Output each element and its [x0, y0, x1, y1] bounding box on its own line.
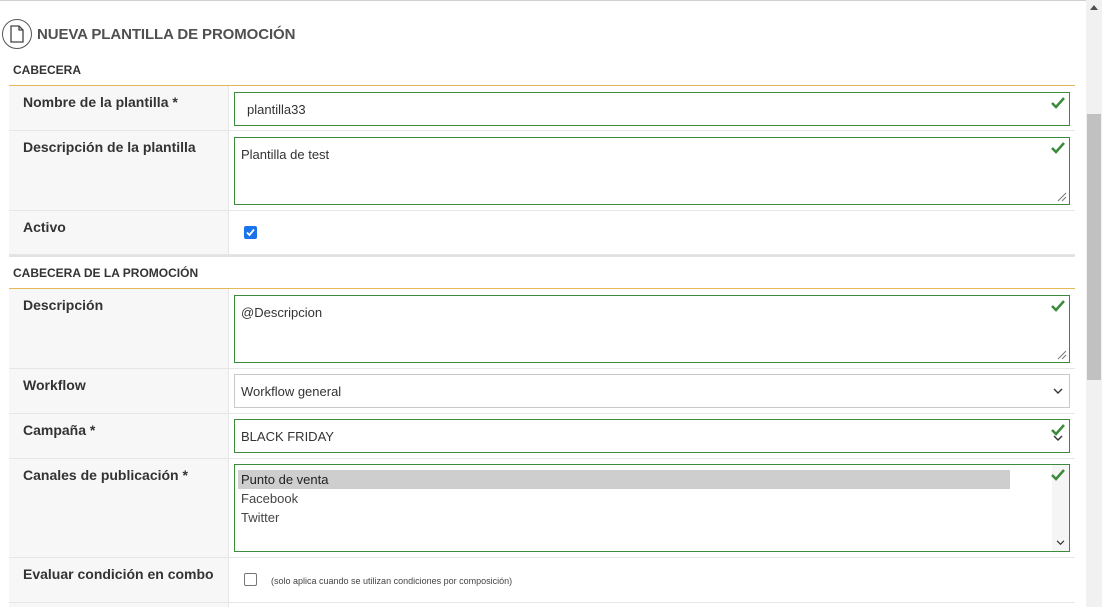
row-descripcion: Descripción @Descripcion [9, 289, 1075, 369]
campana-select[interactable]: BLACK FRIDAY [234, 419, 1070, 453]
resize-handle-icon[interactable] [1055, 190, 1067, 202]
check-icon [1051, 97, 1065, 109]
workflow-select[interactable]: Workflow general [234, 374, 1070, 408]
row-canales: Canales de publicación * Punto de venta … [9, 459, 1075, 558]
check-icon [1051, 300, 1065, 312]
nombre-plantilla-input[interactable]: plantilla33 [234, 92, 1070, 126]
list-item[interactable]: Twitter [238, 508, 1010, 527]
checkmark-icon [246, 228, 255, 237]
canales-label: Canales de publicación * [23, 467, 188, 483]
evaluar-condicion-hint: (solo aplica cuando se utilizan condicio… [271, 576, 513, 586]
chevron-down-icon [1053, 388, 1063, 394]
descripcion-plantilla-label: Descripción de la plantilla [23, 139, 196, 155]
scroll-thumb[interactable] [1087, 114, 1101, 380]
descripcion-label: Descripción [23, 297, 104, 313]
campana-label: Campaña * [23, 422, 96, 438]
check-icon [1051, 142, 1065, 154]
row-nombre-plantilla: Nombre de la plantilla * plantilla33 [9, 86, 1075, 131]
row-campana: Campaña * BLACK FRIDAY [9, 414, 1075, 459]
form-page: NUEVA PLANTILLA DE PROMOCIÓN CABECERA No… [0, 0, 1086, 607]
row-evaluar-condicion: Evaluar condición en combo (solo aplica … [9, 558, 1075, 603]
page-scrollbar[interactable] [1086, 0, 1102, 607]
evaluar-condicion-checkbox[interactable] [244, 573, 257, 586]
resize-handle-icon[interactable] [1055, 348, 1067, 360]
list-item[interactable]: Facebook [238, 489, 1010, 508]
canales-listbox[interactable]: Punto de venta Facebook Twitter [234, 464, 1070, 552]
row-activo: Activo [9, 211, 1075, 255]
section-divider [9, 255, 1075, 257]
activo-label: Activo [23, 219, 66, 235]
section-title-cabecera: CABECERA [13, 63, 82, 77]
chevron-down-icon [1053, 435, 1063, 441]
document-icon [2, 19, 32, 49]
activo-checkbox[interactable] [244, 226, 257, 239]
descripcion-plantilla-textarea[interactable]: Plantilla de test [234, 137, 1070, 205]
nombre-plantilla-label: Nombre de la plantilla * [23, 94, 178, 110]
section-title-promocion: CABECERA DE LA PROMOCIÓN [13, 266, 199, 280]
chevron-down-icon[interactable] [1056, 540, 1065, 546]
workflow-label: Workflow [23, 377, 86, 393]
row-workflow: Workflow Workflow general [9, 369, 1075, 414]
page-header: NUEVA PLANTILLA DE PROMOCIÓN [2, 17, 295, 51]
scroll-up-arrow-icon[interactable] [1090, 5, 1098, 10]
page-title: NUEVA PLANTILLA DE PROMOCIÓN [37, 25, 296, 43]
evaluar-condicion-label: Evaluar condición en combo [23, 566, 214, 582]
list-item[interactable]: Punto de venta [238, 470, 1010, 489]
descripcion-textarea[interactable]: @Descripcion [234, 295, 1070, 363]
row-next [9, 603, 1075, 607]
row-descripcion-plantilla: Descripción de la plantilla Plantilla de… [9, 131, 1075, 211]
check-icon [1051, 469, 1065, 481]
